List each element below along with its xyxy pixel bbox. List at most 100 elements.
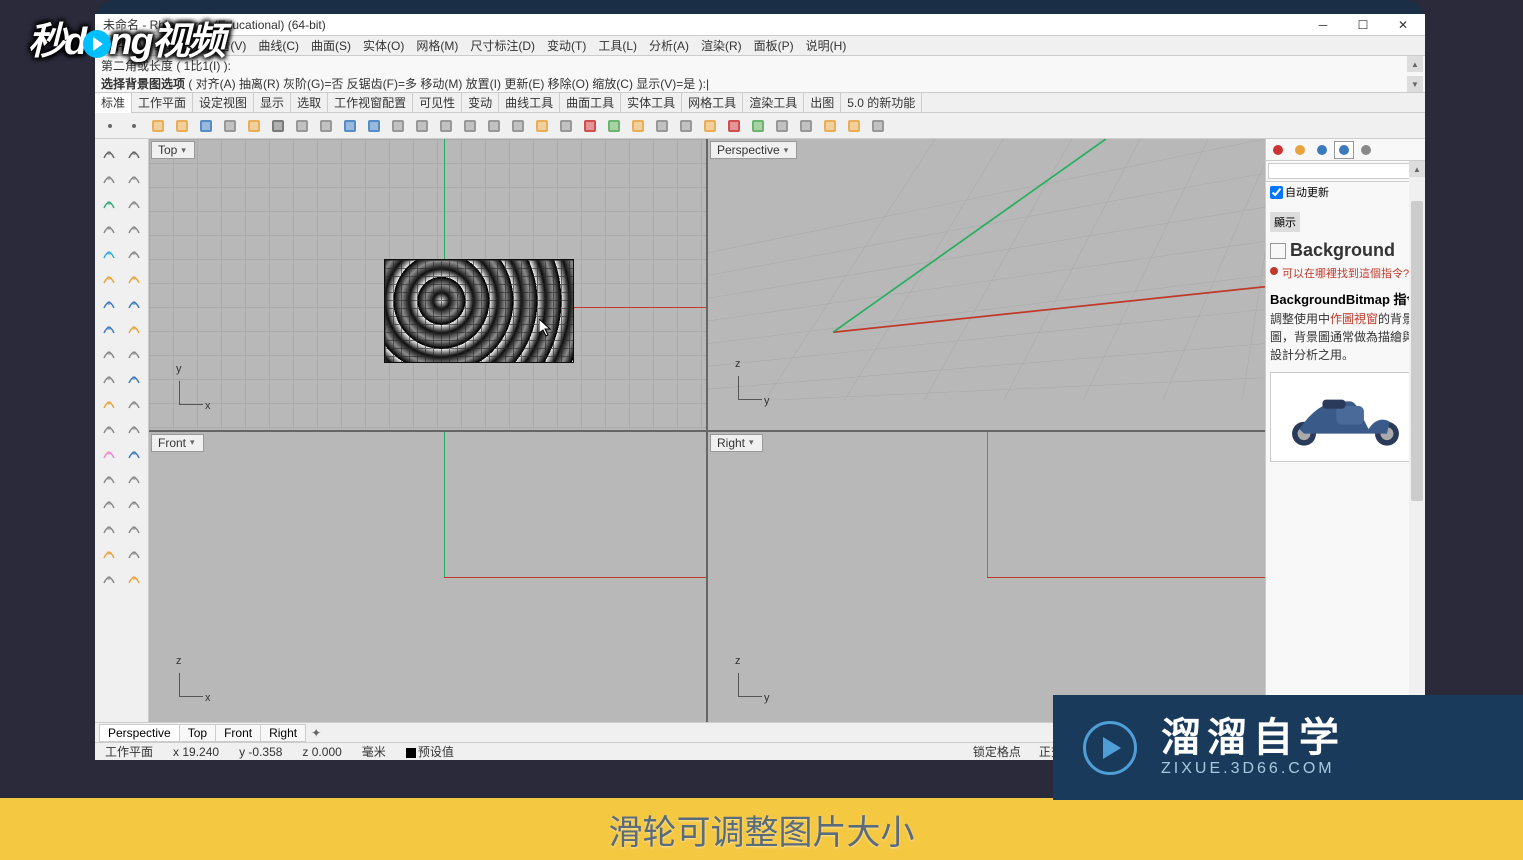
extend-tool-icon[interactable] bbox=[97, 266, 121, 290]
viewport-perspective[interactable]: Perspective ▾ z y bbox=[708, 139, 1265, 430]
lasso-tool-icon[interactable] bbox=[122, 141, 146, 165]
status-toggle[interactable]: 锁定格点 bbox=[969, 745, 1025, 759]
panel-tab-layers[interactable] bbox=[1290, 141, 1310, 159]
scroll-up-icon[interactable]: ▲ bbox=[1409, 161, 1425, 177]
menu-渲染[interactable]: 渲染(R) bbox=[697, 37, 746, 54]
ungroup-tool-icon[interactable] bbox=[97, 441, 121, 465]
boolean-diff-tool-icon[interactable] bbox=[97, 466, 121, 490]
zoom-window-icon[interactable] bbox=[435, 115, 457, 137]
viewport-tab-right[interactable]: Right bbox=[260, 724, 306, 742]
menu-曲线[interactable]: 曲线(C) bbox=[254, 37, 303, 54]
analyze-tool-icon[interactable] bbox=[122, 566, 146, 590]
viewport-label[interactable]: Right ▾ bbox=[710, 434, 763, 452]
viewport-tab-perspective[interactable]: Perspective bbox=[99, 724, 180, 742]
curve-tool-icon[interactable] bbox=[97, 166, 121, 190]
dimension-tool-icon[interactable] bbox=[122, 541, 146, 565]
panel-tab-display[interactable] bbox=[1312, 141, 1332, 159]
explode-tool-icon[interactable] bbox=[97, 416, 121, 440]
chevron-down-icon[interactable]: ▾ bbox=[181, 145, 186, 156]
new-icon[interactable] bbox=[147, 115, 169, 137]
offset-tool-icon[interactable] bbox=[97, 316, 121, 340]
color-1-icon[interactable] bbox=[699, 115, 721, 137]
clipboard-icon[interactable] bbox=[243, 115, 265, 137]
maximize-button[interactable]: ☐ bbox=[1349, 17, 1377, 33]
pointer-icon[interactable] bbox=[99, 115, 121, 137]
viewport-label[interactable]: Front ▾ bbox=[151, 434, 204, 452]
move-tool-icon[interactable] bbox=[122, 366, 146, 390]
toolbar-tab[interactable]: 实体工具 bbox=[621, 92, 682, 113]
chevron-down-icon[interactable]: ▾ bbox=[190, 437, 195, 448]
surface-tool-icon[interactable] bbox=[122, 466, 146, 490]
panel-scrollbar[interactable]: ▲ ▼ bbox=[1409, 161, 1425, 722]
panel-tab-help[interactable] bbox=[1334, 141, 1354, 159]
menu-说明[interactable]: 说明(H) bbox=[802, 37, 851, 54]
scale-tool-icon[interactable] bbox=[122, 341, 146, 365]
print-icon[interactable] bbox=[219, 115, 241, 137]
viewport-top[interactable]: Top ▾ y x bbox=[149, 139, 706, 430]
viewport-label[interactable]: Top ▾ bbox=[151, 141, 195, 159]
menu-工具[interactable]: 工具(L) bbox=[594, 37, 641, 54]
undo-icon[interactable] bbox=[339, 115, 361, 137]
panel-tab-properties[interactable] bbox=[1268, 141, 1288, 159]
viewport-front[interactable]: Front ▾ z x bbox=[149, 432, 706, 723]
set-view-icon[interactable] bbox=[531, 115, 553, 137]
toolbar-tab[interactable]: 变动 bbox=[462, 92, 499, 113]
toolbar-tab[interactable]: 工作视窗配置 bbox=[328, 92, 413, 113]
toolbar-tab[interactable]: 设定视图 bbox=[193, 92, 254, 113]
mirror-tool-icon[interactable] bbox=[122, 316, 146, 340]
show-icon[interactable] bbox=[603, 115, 625, 137]
add-viewport-tab[interactable]: ✦ bbox=[305, 725, 327, 741]
toolbar-tab[interactable]: 可见性 bbox=[413, 92, 462, 113]
line-tool-icon[interactable] bbox=[122, 241, 146, 265]
close-button[interactable]: ✕ bbox=[1389, 17, 1417, 33]
menu-实体[interactable]: 实体(O) bbox=[359, 37, 408, 54]
zoom-extents-icon[interactable] bbox=[459, 115, 481, 137]
trim-tool-icon[interactable] bbox=[122, 266, 146, 290]
copy-tool-icon[interactable] bbox=[97, 391, 121, 415]
chamfer-tool-icon[interactable] bbox=[122, 291, 146, 315]
layers-icon[interactable] bbox=[675, 115, 697, 137]
properties-icon[interactable] bbox=[843, 115, 865, 137]
background-bitmap[interactable] bbox=[384, 259, 574, 363]
toolbar-tab[interactable]: 曲面工具 bbox=[560, 92, 621, 113]
rotate-tool-icon[interactable] bbox=[97, 341, 121, 365]
toolbar-tab[interactable]: 网格工具 bbox=[682, 92, 743, 113]
color-3-icon[interactable] bbox=[747, 115, 769, 137]
dot-icon[interactable] bbox=[123, 115, 145, 137]
color-4-icon[interactable] bbox=[771, 115, 793, 137]
pan-icon[interactable] bbox=[387, 115, 409, 137]
polyline-tool-icon[interactable] bbox=[122, 166, 146, 190]
revolve-tool-icon[interactable] bbox=[97, 516, 121, 540]
scroll-down-icon[interactable]: ▼ bbox=[1407, 76, 1423, 92]
toolbar-tab[interactable]: 标准 bbox=[95, 92, 132, 113]
chevron-down-icon[interactable]: ▾ bbox=[784, 145, 789, 156]
viewports-icon[interactable] bbox=[555, 115, 577, 137]
menu-曲面[interactable]: 曲面(S) bbox=[307, 37, 355, 54]
viewport-tab-top[interactable]: Top bbox=[179, 724, 216, 742]
circle-tool-icon[interactable] bbox=[97, 191, 121, 215]
scrollbar-thumb[interactable] bbox=[1411, 201, 1423, 501]
copy-icon[interactable] bbox=[291, 115, 313, 137]
menu-尺寸标注[interactable]: 尺寸标注(D) bbox=[466, 37, 539, 54]
fillet-tool-icon[interactable] bbox=[97, 291, 121, 315]
render-icon[interactable] bbox=[795, 115, 817, 137]
help-where-link[interactable]: 可以在哪裡找到這個指令? bbox=[1270, 265, 1421, 281]
help-search-input[interactable] bbox=[1268, 163, 1423, 179]
hide-icon[interactable] bbox=[579, 115, 601, 137]
menu-面板[interactable]: 面板(P) bbox=[750, 37, 798, 54]
status-cplane[interactable]: 工作平面 bbox=[101, 743, 157, 760]
viewport-label[interactable]: Perspective ▾ bbox=[710, 141, 797, 159]
hatch-tool-icon[interactable] bbox=[97, 566, 121, 590]
menu-分析[interactable]: 分析(A) bbox=[645, 37, 693, 54]
toolbar-tab[interactable]: 显示 bbox=[254, 92, 291, 113]
status-layer[interactable]: 预设值 bbox=[402, 743, 458, 760]
command-input-line[interactable]: 选择背景图选项 ( 对齐(A) 抽离(R) 灰阶(G)=否 反锯齿(F)=多 移… bbox=[95, 74, 1425, 92]
join-tool-icon[interactable] bbox=[122, 391, 146, 415]
chevron-down-icon[interactable]: ▾ bbox=[749, 437, 754, 448]
color-2-icon[interactable] bbox=[723, 115, 745, 137]
auto-update-checkbox[interactable] bbox=[1270, 186, 1283, 199]
loft-tool-icon[interactable] bbox=[122, 516, 146, 540]
redo-icon[interactable] bbox=[363, 115, 385, 137]
unlock-icon[interactable] bbox=[651, 115, 673, 137]
toolbar-tab[interactable]: 工作平面 bbox=[132, 92, 193, 113]
